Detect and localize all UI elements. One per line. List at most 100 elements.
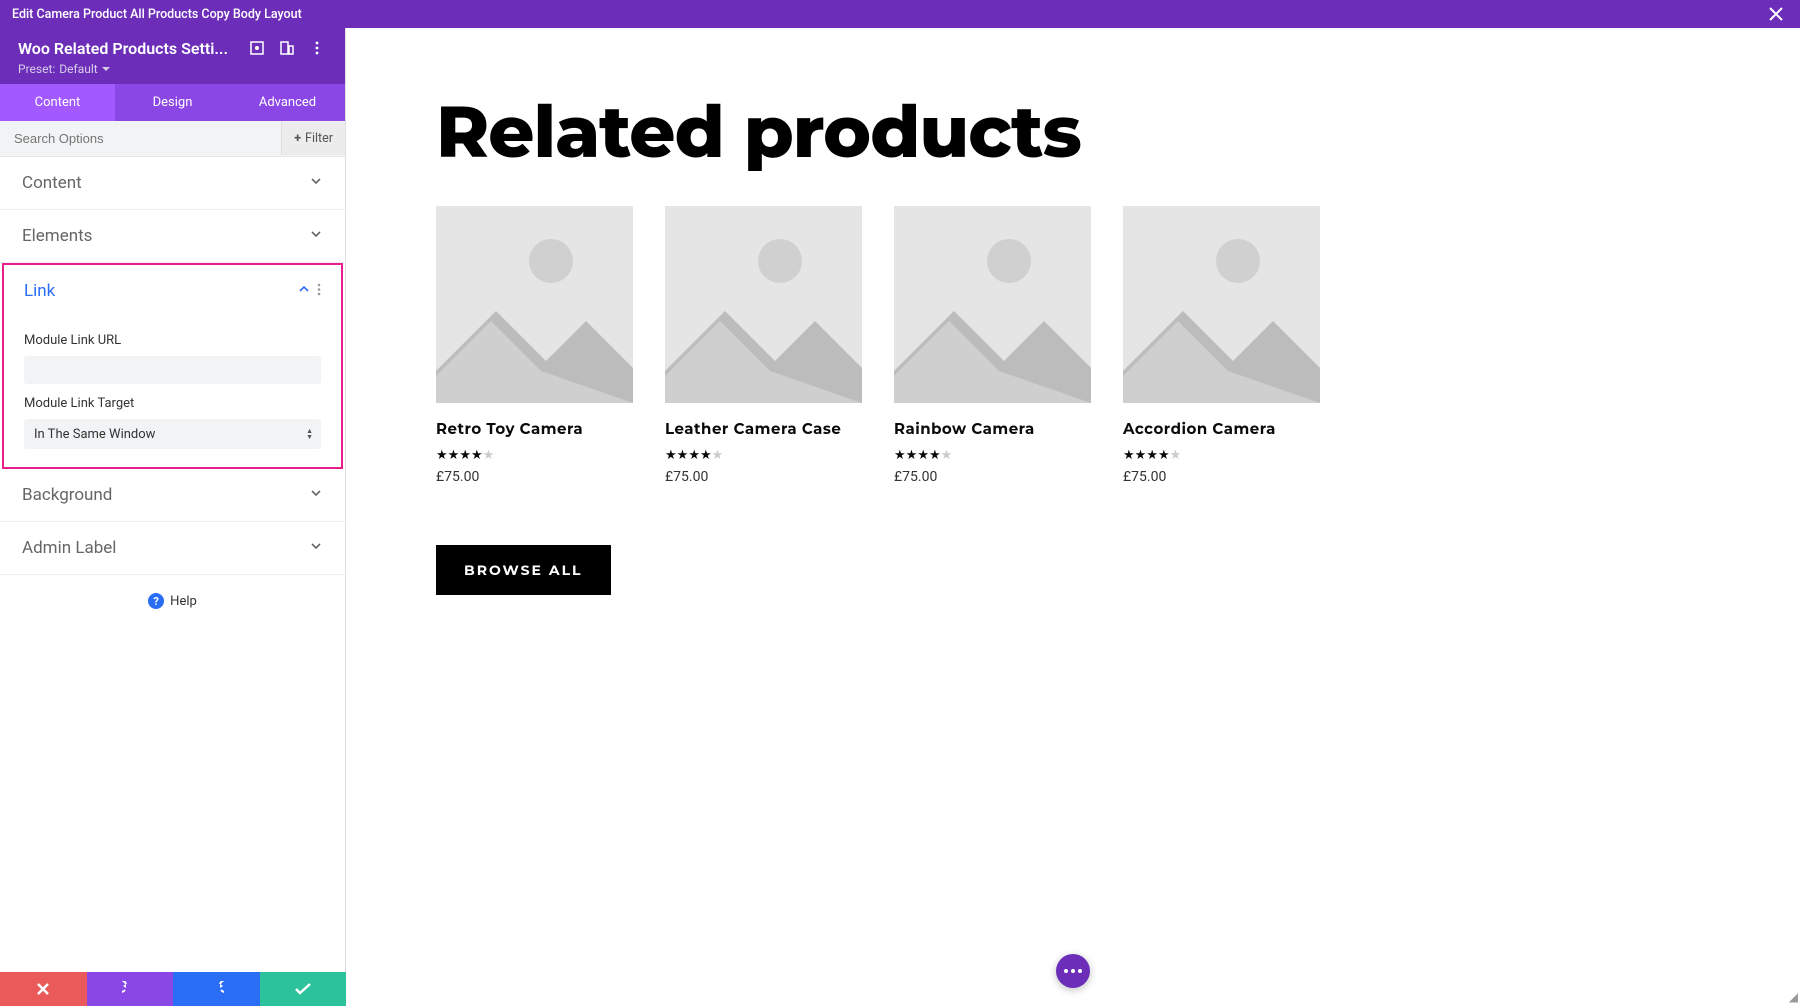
section-more-icon[interactable] [317,281,321,301]
product-card[interactable]: Rainbow Camera ★★★★★ £75.00 [894,206,1091,485]
sidebar-header: Woo Related Products Setti... Preset: De… [0,28,345,84]
product-image-placeholder [665,206,862,403]
section-link-body: Module Link URL Module Link Target In Th… [4,317,341,467]
tab-advanced[interactable]: Advanced [230,84,345,121]
star-icon: ★ [471,448,483,463]
chevron-down-icon [309,485,323,505]
link-target-select[interactable]: In The Same Window ▲▼ [24,419,321,449]
action-bar [0,972,346,1006]
fab-button[interactable] [1056,954,1090,988]
redo-button[interactable] [173,972,260,1006]
section-elements-header[interactable]: Elements [0,210,345,262]
close-icon [37,983,49,995]
star-icon: ★ [459,448,471,463]
chevron-down-icon [309,538,323,558]
redo-icon [208,981,224,997]
help-icon: ? [148,593,164,609]
chevron-up-icon [297,281,311,301]
star-icon: ★ [700,448,712,463]
plus-icon: + [294,131,301,146]
product-card[interactable]: Leather Camera Case ★★★★★ £75.00 [665,206,862,485]
star-icon: ★ [448,448,460,463]
star-icon: ★ [917,448,929,463]
expand-icon[interactable] [247,38,267,58]
star-icon: ★ [665,448,677,463]
page-title: Edit Camera Product All Products Copy Bo… [12,7,302,22]
tab-content[interactable]: Content [0,84,115,121]
check-icon [295,983,311,995]
product-price: £75.00 [665,469,862,485]
chevron-down-icon [309,173,323,193]
link-url-label: Module Link URL [24,333,321,348]
product-name: Rainbow Camera [894,419,1091,438]
link-url-input[interactable] [24,356,321,384]
preset-selector[interactable]: Preset: Default [18,62,327,76]
responsive-icon[interactable] [277,38,297,58]
product-card[interactable]: Accordion Camera ★★★★★ £75.00 [1123,206,1320,485]
star-icon: ★ [1170,448,1182,463]
star-icon: ★ [941,448,953,463]
star-icon: ★ [1158,448,1170,463]
more-icon[interactable] [307,38,327,58]
product-rating: ★★★★★ [894,448,1091,463]
product-image-placeholder [436,206,633,403]
star-icon: ★ [1146,448,1158,463]
filter-label: Filter [305,131,333,146]
tab-design[interactable]: Design [115,84,230,121]
product-rating: ★★★★★ [665,448,862,463]
product-image-placeholder [894,206,1091,403]
product-card[interactable]: Retro Toy Camera ★★★★★ £75.00 [436,206,633,485]
module-title: Woo Related Products Setti... [18,39,237,58]
link-target-label: Module Link Target [24,396,321,411]
search-input[interactable] [0,121,281,156]
settings-sidebar: Woo Related Products Setti... Preset: De… [0,28,346,1006]
products-grid: Retro Toy Camera ★★★★★ £75.00 Leather Ca… [436,206,1710,485]
undo-button[interactable] [87,972,174,1006]
star-icon: ★ [677,448,689,463]
product-rating: ★★★★★ [1123,448,1320,463]
product-name: Accordion Camera [1123,419,1320,438]
product-name: Leather Camera Case [665,419,862,438]
close-button[interactable] [1764,2,1788,26]
undo-icon [122,981,138,997]
browse-all-button[interactable]: BROWSE ALL [436,545,611,595]
accordion: Content Elements Link Module Link URL [0,157,345,575]
section-link: Link Module Link URL Module Link Target … [2,263,343,469]
star-icon: ★ [929,448,941,463]
star-icon: ★ [894,448,906,463]
top-bar: Edit Camera Product All Products Copy Bo… [0,0,1800,28]
preset-value: Default [59,62,97,76]
section-content: Content [0,157,345,210]
section-link-header[interactable]: Link [4,265,341,317]
close-icon [1769,7,1783,21]
help-link[interactable]: ? Help [0,575,345,627]
star-icon: ★ [1135,448,1147,463]
preset-label: Preset: [18,62,55,76]
search-row: + Filter [0,121,345,157]
section-elements: Elements [0,210,345,263]
section-admin-label: Admin Label [0,522,345,575]
star-icon: ★ [1123,448,1135,463]
section-content-header[interactable]: Content [0,157,345,209]
product-name: Retro Toy Camera [436,419,633,438]
product-image-placeholder [1123,206,1320,403]
save-button[interactable] [260,972,347,1006]
preview-canvas: Related products Retro Toy Camera ★★★★★ … [346,28,1800,1006]
section-admin-label-header[interactable]: Admin Label [0,522,345,574]
product-price: £75.00 [436,469,633,485]
chevron-down-icon [102,67,110,72]
related-products-heading: Related products [436,88,1710,176]
product-rating: ★★★★★ [436,448,633,463]
resize-grip-icon[interactable]: ◢ [1789,990,1798,1004]
settings-tabs: Content Design Advanced [0,84,345,121]
cancel-button[interactable] [0,972,87,1006]
filter-button[interactable]: + Filter [281,122,345,155]
star-icon: ★ [436,448,448,463]
chevron-down-icon [309,226,323,246]
ellipsis-icon [1064,969,1082,973]
section-background: Background [0,469,345,522]
section-background-header[interactable]: Background [0,469,345,521]
product-price: £75.00 [1123,469,1320,485]
product-price: £75.00 [894,469,1091,485]
star-icon: ★ [688,448,700,463]
